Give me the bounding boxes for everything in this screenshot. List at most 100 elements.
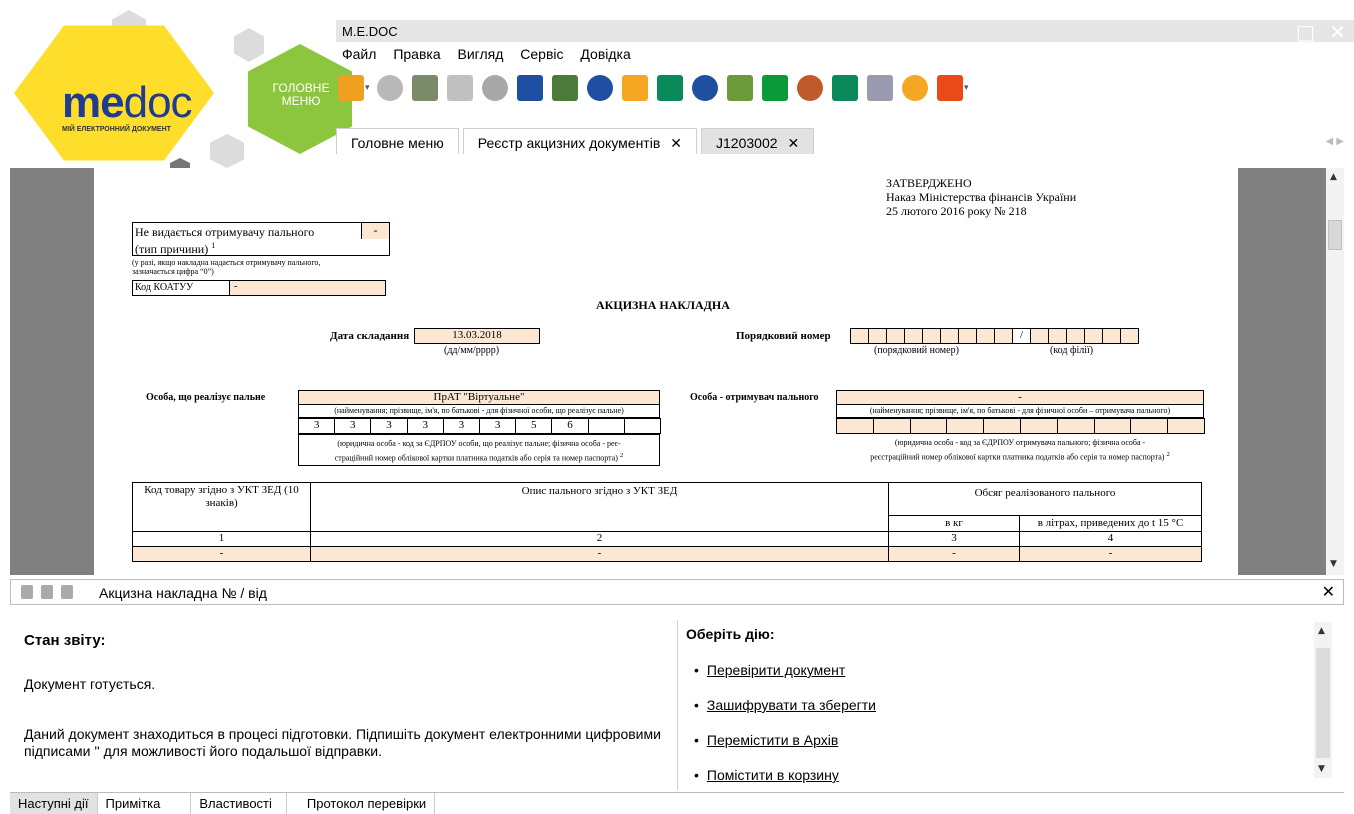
shield-icon[interactable]: [832, 75, 858, 101]
encrypt-save-link[interactable]: Зашифрувати та зберегти: [707, 697, 876, 713]
main-menu-hex-label[interactable]: ГОЛОВНЕ МЕНЮ: [254, 82, 348, 108]
tab-next-actions[interactable]: Наступні дії: [10, 793, 98, 814]
seller-code-digit[interactable]: 5: [515, 418, 553, 434]
seller-code-digit[interactable]: 3: [442, 418, 480, 434]
serial-digit-cell[interactable]: [868, 328, 887, 344]
seller-code-digit[interactable]: 3: [370, 418, 408, 434]
buyer-code-digit[interactable]: [1093, 418, 1132, 434]
buyer-code-digit[interactable]: [1056, 418, 1095, 434]
menu-service[interactable]: Сервіс: [520, 46, 563, 62]
minimize-icon[interactable]: _: [1272, 20, 1282, 44]
tab-excise-registry[interactable]: Реєстр акцизних документів ✕: [462, 128, 698, 154]
serial-digit-cell[interactable]: [958, 328, 977, 344]
serial-digit-cell[interactable]: [1066, 328, 1085, 344]
serial-digit-cell[interactable]: [976, 328, 995, 344]
serial-digit-cell[interactable]: [886, 328, 905, 344]
buyer-code-digit[interactable]: [909, 418, 948, 434]
tab-properties[interactable]: Властивості: [191, 793, 287, 814]
scroll-up-icon[interactable]: ▲: [1330, 172, 1337, 182]
print-icon[interactable]: [587, 75, 613, 101]
menu-file[interactable]: Файл: [342, 46, 376, 62]
seller-name-field[interactable]: ПрАТ "Віртуальне": [298, 390, 660, 405]
buyer-code-digit[interactable]: [872, 418, 911, 434]
buyer-code-digit[interactable]: [1167, 418, 1205, 434]
seller-code-digit[interactable]: 6: [551, 418, 589, 434]
buyer-code-digit[interactable]: [1020, 418, 1058, 434]
move-trash-link[interactable]: Помістити в корзину: [707, 767, 839, 783]
menu-help[interactable]: Довідка: [580, 46, 630, 62]
dropdown-arrow-icon[interactable]: ▾: [964, 83, 970, 93]
buyer-code-cells[interactable]: [836, 418, 1205, 434]
table-cell[interactable]: -: [888, 546, 1020, 562]
serial-digit-cell[interactable]: [1084, 328, 1103, 344]
save-icon[interactable]: [517, 75, 543, 101]
check-icon[interactable]: [727, 75, 753, 101]
tab-main-menu[interactable]: Головне меню: [336, 128, 459, 154]
document-list-icon[interactable]: [412, 75, 438, 101]
maximize-icon[interactable]: □: [1296, 20, 1315, 44]
close-icon[interactable]: ✕: [1329, 20, 1346, 44]
serial-digit-cell[interactable]: /: [1012, 328, 1031, 344]
scroll-down-icon[interactable]: ▼: [1330, 559, 1337, 569]
serial-digit-cell[interactable]: [1120, 328, 1139, 344]
move-archive-link[interactable]: Перемістити в Архів: [707, 732, 838, 748]
sign-icon[interactable]: [657, 75, 683, 101]
lock-icon[interactable]: [21, 585, 33, 599]
table-cell[interactable]: -: [132, 546, 311, 562]
serial-digit-cell[interactable]: [850, 328, 869, 344]
menu-edit[interactable]: Правка: [393, 46, 440, 62]
delete-document-icon[interactable]: [377, 75, 403, 101]
send-icon[interactable]: [622, 75, 648, 101]
seller-code-digit[interactable]: [623, 418, 661, 434]
serial-digit-cell[interactable]: [922, 328, 941, 344]
help-icon[interactable]: [902, 75, 928, 101]
scroll-down-icon[interactable]: ▼: [1318, 764, 1325, 774]
seller-code-digit[interactable]: 3: [479, 418, 517, 434]
serial-digit-cell[interactable]: [1030, 328, 1049, 344]
tab-scroll-arrows[interactable]: ◀ ▶: [1325, 136, 1344, 147]
serial-digit-cell[interactable]: [1048, 328, 1067, 344]
table-cell[interactable]: -: [310, 546, 889, 562]
document-icon[interactable]: [61, 585, 73, 599]
document-scrollbar[interactable]: ▲ ▼: [1326, 168, 1344, 575]
koatuu-field[interactable]: -: [229, 281, 385, 295]
menu-view[interactable]: Вигляд: [458, 46, 504, 62]
buyer-code-digit[interactable]: [983, 418, 1021, 434]
tab-close-icon[interactable]: ✕: [670, 135, 682, 151]
new-document-icon[interactable]: [338, 75, 364, 101]
seller-code-digit[interactable]: 3: [406, 418, 444, 434]
scrollbar-thumb[interactable]: [1316, 648, 1330, 758]
seller-code-digit[interactable]: 3: [334, 418, 372, 434]
panel-close-icon[interactable]: ✕: [1322, 582, 1335, 601]
buyer-code-digit[interactable]: [1130, 418, 1169, 434]
buyer-code-digit[interactable]: [946, 418, 985, 434]
scroll-up-icon[interactable]: ▲: [1318, 626, 1325, 636]
tab-close-icon[interactable]: ✕: [788, 135, 800, 151]
seller-code-digit[interactable]: [587, 418, 625, 434]
archive-icon[interactable]: [797, 75, 823, 101]
check-document-link[interactable]: Перевірити документ: [707, 662, 845, 678]
chat-icon[interactable]: [937, 75, 963, 101]
panel-scrollbar[interactable]: ▲ ▼: [1314, 622, 1332, 778]
scrollbar-thumb[interactable]: [1328, 220, 1342, 250]
table-cell[interactable]: -: [1019, 546, 1202, 562]
serial-digit-cell[interactable]: [994, 328, 1013, 344]
buyer-code-digit[interactable]: [836, 418, 874, 434]
settings-icon[interactable]: [482, 75, 508, 101]
tab-j1203002[interactable]: J1203002 ✕: [701, 128, 815, 154]
print-preview-icon[interactable]: [447, 75, 473, 101]
tab-note[interactable]: Примітка: [98, 793, 192, 814]
serial-digit-cell[interactable]: [940, 328, 959, 344]
tab-check-protocol[interactable]: Протокол перевірки: [287, 793, 436, 814]
refresh-icon[interactable]: [762, 75, 788, 101]
serial-number-cells[interactable]: /: [850, 328, 1139, 344]
report-icon[interactable]: [552, 75, 578, 101]
seller-code-cells[interactable]: 33333356: [298, 418, 661, 434]
certificate-icon[interactable]: [867, 75, 893, 101]
date-field[interactable]: 13.03.2018: [414, 328, 540, 344]
print-icon[interactable]: [41, 585, 53, 599]
search-icon[interactable]: [692, 75, 718, 101]
buyer-name-field[interactable]: -: [836, 390, 1204, 405]
serial-digit-cell[interactable]: [904, 328, 923, 344]
seller-code-digit[interactable]: 3: [298, 418, 336, 434]
